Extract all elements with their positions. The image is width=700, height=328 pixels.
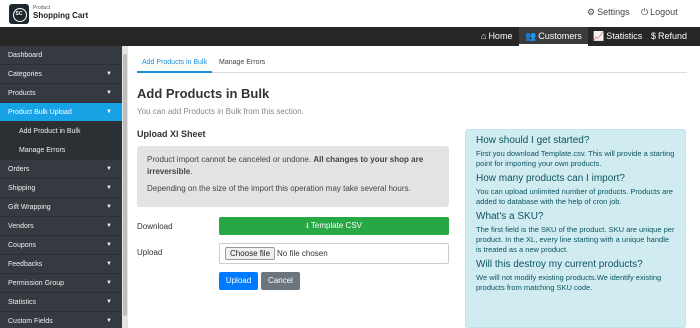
sidebar-item-label: Add Product in Bulk [19,128,81,135]
help-question: Will this destroy my current products? [476,259,643,270]
alert-text-end: . [190,167,193,176]
sidebar-item-label: Categories [8,71,42,78]
help-answer: The first field is the SKU of the produc… [476,225,675,254]
page-subtitle: You can add Products in Bulk from this s… [137,107,304,116]
upload-button[interactable]: Upload [219,272,258,290]
download-icon: ⭳ [305,221,309,230]
settings-label: Settings [597,7,630,17]
help-answer: We will not modify existing products.We … [476,273,662,292]
caret-down-icon: ▼ [106,166,112,172]
warning-alert: Product import cannot be canceled or und… [137,146,449,207]
template-csv-button[interactable]: ⭳ Template CSV [219,217,449,235]
help-answer: You can upload unlimited number of produ… [476,187,673,206]
choose-file-button[interactable]: Choose file [225,247,276,260]
alert-line-1: Product import cannot be canceled or und… [147,154,439,178]
caret-down-icon: ▼ [106,242,112,248]
alert-line-2: Depending on the size of the import this… [147,184,411,193]
power-icon: ⏻ [641,7,649,17]
nav-statistics-label: Statistics [606,31,643,41]
home-icon: ⌂ [481,31,487,41]
alert-text: Product import cannot be canceled or und… [147,155,312,164]
upload-section-title: Upload Xl Sheet [137,129,206,139]
sidebar-item-custom-fields[interactable]: Custom Fields ▼ [0,312,122,328]
nav-refund[interactable]: $ Refund [645,27,693,46]
cancel-button[interactable]: Cancel [261,272,300,290]
logo-mark: SC [15,11,23,17]
sidebar-item-label: Product Bulk Upload [8,109,72,116]
caret-down-icon: ▼ [106,204,112,210]
sidebar-item-label: Orders [8,166,30,173]
nav-statistics[interactable]: 📈 Statistics [587,27,648,46]
caret-down-icon: ▼ [106,318,112,324]
sidebar-scrollbar[interactable] [122,46,128,328]
scrollbar-thumb[interactable] [123,54,127,316]
tab-bar: Add Products in Bulk Manage Errors [137,56,687,73]
sidebar-item-permission-group[interactable]: Permission Group ▼ [0,274,122,293]
caret-down-icon: ▼ [106,223,112,229]
sidebar-subitem-manage-errors[interactable]: Manage Errors [0,141,122,160]
sidebar-item-label: Permission Group [8,280,65,287]
upload-label: Upload [137,248,163,257]
download-label: Download [137,222,173,231]
main-navbar: ⌂ Home 👥 Customers 📈 Statistics $ Refund [0,27,700,46]
sidebar-item-feedbacks[interactable]: Feedbacks ▼ [0,255,122,274]
sidebar-item-orders[interactable]: Orders ▼ [0,160,122,179]
caret-down-icon: ▼ [106,261,112,267]
caret-down-icon: ▼ [106,185,112,191]
caret-down-icon: ▼ [106,299,112,305]
sidebar-item-label: Gift Wrapping [8,204,51,211]
dollar-icon: $ [651,31,657,41]
gear-icon: ⚙ [587,7,596,17]
sidebar-item-gift-wrapping[interactable]: Gift Wrapping ▼ [0,198,122,217]
sidebar-item-label: Statistics [8,299,37,306]
nav-refund-label: Refund [658,31,688,41]
sidebar-item-products[interactable]: Products ▼ [0,84,122,103]
sidebar-item-coupons[interactable]: Coupons ▼ [0,236,122,255]
sidebar-item-label: Custom Fields [8,318,53,325]
page-title: Add Products in Bulk [137,86,270,101]
caret-down-icon: ▼ [106,280,112,286]
help-question: How many products can I import? [476,173,625,184]
users-icon: 👥 [525,31,537,41]
sidebar-item-shipping[interactable]: Shipping ▼ [0,179,122,198]
sidebar: Dashboard Categories ▼ Products ▼ Product … [0,46,122,328]
sidebar-item-label: Shipping [8,185,36,192]
sidebar-item-statistics[interactable]: Statistics ▼ [0,293,122,312]
tab-add-products-in-bulk[interactable]: Add Products in Bulk [137,56,212,73]
sidebar-subitem-add-product-in-bulk[interactable]: Add Product in Bulk [0,122,122,141]
sidebar-item-vendors[interactable]: Vendors ▼ [0,217,122,236]
help-answer: First you download Template.csv. This wi… [476,149,675,168]
tab-manage-errors[interactable]: Manage Errors [214,56,270,73]
caret-down-icon: ▼ [106,90,112,96]
sidebar-item-dashboard[interactable]: Dashboard [0,46,122,65]
chart-icon: 📈 [593,31,605,41]
sidebar-item-label: Vendors [8,223,34,230]
nav-home-label: Home [488,31,513,41]
settings-link[interactable]: ⚙ Settings [587,7,630,18]
help-panel: How should I get started? First you down… [465,129,686,328]
nav-home[interactable]: ⌂ Home [475,27,518,46]
logo[interactable]: SC [9,4,29,24]
file-status-text: No file chosen [277,249,328,258]
nav-customers-label: Customers [538,31,582,41]
sidebar-item-label: Feedbacks [8,261,43,268]
sidebar-item-label: Manage Errors [19,147,66,154]
help-question: How should I get started? [476,135,590,146]
help-question: What's a SKU? [476,211,544,222]
template-csv-label: Template CSV [310,221,363,230]
caret-down-icon: ▼ [106,109,112,115]
sidebar-item-categories[interactable]: Categories ▼ [0,65,122,84]
file-input[interactable]: Choose file No file chosen [219,243,449,264]
logo-name: Shopping Cart [33,11,89,20]
sidebar-item-label: Products [8,90,36,97]
sidebar-item-label: Dashboard [8,52,43,59]
caret-down-icon: ▼ [106,71,112,77]
top-bar: SC Product Shopping Cart ⚙ Settings ⏻ Logo… [0,0,700,27]
logout-label: Logout [650,7,678,17]
sidebar-item-product-bulk-upload[interactable]: Product Bulk Upload ▼ [0,103,122,122]
sidebar-item-label: Coupons [8,242,37,249]
nav-customers[interactable]: 👥 Customers [519,27,588,46]
logout-link[interactable]: ⏻ Logout [641,7,678,18]
